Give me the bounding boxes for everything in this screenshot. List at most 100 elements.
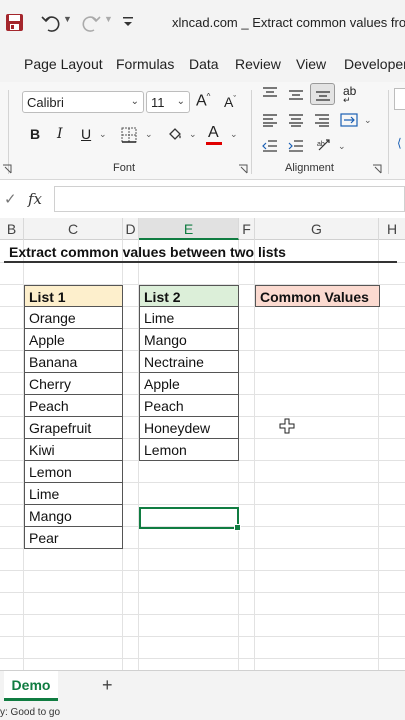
increase-font-size-button[interactable]: A^ [196,92,210,110]
tab-page-layout[interactable]: Page Layout [24,56,103,72]
font-color-glyph: A [208,124,219,141]
gridline [0,658,405,659]
add-sheet-button[interactable]: + [102,675,113,696]
list2-cell[interactable]: Peach [139,395,239,417]
font-group-label: Font [113,162,136,174]
save-icon[interactable] [5,13,24,32]
merge-center-icon[interactable] [340,112,358,128]
status-text: y: Good to go [0,707,61,718]
column-header-c[interactable]: C [24,218,123,240]
list1-header-cell[interactable]: List 1 [24,285,123,307]
column-header-b[interactable]: B [0,218,24,240]
gridline [0,636,405,637]
ribbon-divider [388,90,389,174]
insert-function-icon[interactable]: fx [28,190,42,208]
list1-cell[interactable]: Cherry [24,373,123,395]
underline-dropdown-icon[interactable]: ⌄ [99,129,107,140]
ribbon-divider [8,90,9,174]
column-header-d[interactable]: D [123,218,139,240]
font-name-value: Calibri [27,95,64,110]
number-format-select-partial[interactable] [394,88,405,110]
shrink-font-glyph: A [224,94,234,110]
decrease-indent-icon[interactable] [262,139,278,153]
decrease-font-size-button[interactable]: Aˇ [224,94,236,110]
sheet-title[interactable]: Extract common values between two lists [9,244,286,260]
ribbon-divider [251,90,252,174]
common-values-header-cell[interactable]: Common Values [255,285,380,307]
borders-dropdown-icon[interactable]: ⌄ [145,129,153,140]
list1-cell[interactable]: Grapefruit [24,417,123,439]
orientation-icon[interactable]: ab [316,137,334,153]
tab-developer[interactable]: Developer [344,56,405,72]
column-header-f[interactable]: F [239,218,255,240]
increase-indent-icon[interactable] [288,139,304,153]
underline-button[interactable]: U [81,126,91,142]
dialog-launcher-icon[interactable] [2,164,12,174]
list1-cell[interactable]: Kiwi [24,439,123,461]
window-title: xlncad.com _ Extract common values from … [172,15,405,30]
font-name-select[interactable]: Calibri ⌄ [22,91,144,113]
font-color-button[interactable]: A [208,124,219,142]
chevron-down-icon: ⌄ [130,96,139,107]
active-cell-selection[interactable] [139,507,241,531]
formula-input[interactable] [54,186,405,212]
sheet-tab-demo[interactable]: Demo [4,671,58,701]
merge-dropdown-icon[interactable]: ⌄ [364,115,372,126]
align-bottom-icon [316,91,330,101]
redo-icon[interactable] [80,12,102,34]
chevron-down-icon: ⌄ [176,96,185,107]
alignment-group-label: Alignment [285,162,334,174]
undo-icon[interactable] [40,12,62,34]
list1-cell[interactable]: Peach [24,395,123,417]
tab-view[interactable]: View [296,56,326,72]
list2-cell[interactable]: Honeydew [139,417,239,439]
column-header-e[interactable]: E [139,218,239,240]
enter-check-icon[interactable]: ✓ [4,190,17,208]
list2-cell[interactable]: Mango [139,329,239,351]
number-format-partial-icon[interactable]: ⟨ [397,136,402,150]
tab-data[interactable]: Data [189,56,219,72]
list2-cell[interactable]: Nectraine [139,351,239,373]
sheet-tabs-bar: Demo + [0,670,405,706]
list1-cell[interactable]: Mango [24,505,123,527]
orientation-dropdown-icon[interactable]: ⌄ [338,141,346,152]
wrap-text-button[interactable]: ab ↵ [343,84,356,112]
cell-cursor-icon [279,418,295,434]
bold-button[interactable]: B [30,126,40,142]
list1-cell[interactable]: Lemon [24,461,123,483]
font-color-dropdown-icon[interactable]: ⌄ [230,129,238,140]
align-top-icon[interactable] [262,86,278,100]
list1-cell[interactable]: Pear [24,527,123,549]
gridline [0,614,405,615]
fill-color-dropdown-icon[interactable]: ⌄ [189,129,197,140]
list1-cell[interactable]: Apple [24,329,123,351]
list1-cell[interactable]: Orange [24,307,123,329]
gridline [0,570,405,571]
italic-button[interactable]: I [57,126,63,142]
list2-cell[interactable]: Apple [139,373,239,395]
font-dialog-launcher-icon[interactable] [238,164,248,174]
svg-text:ab: ab [317,141,325,148]
align-middle-icon[interactable] [288,88,304,102]
undo-dropdown-icon[interactable]: ▼ [63,14,72,24]
list1-cell[interactable]: Banana [24,351,123,373]
align-right-icon[interactable] [314,113,330,127]
list2-cell[interactable]: Lemon [139,439,239,461]
borders-icon[interactable] [121,127,137,143]
font-size-select[interactable]: 11 ⌄ [146,91,190,113]
tab-review[interactable]: Review [235,56,281,72]
customize-toolbar-icon[interactable] [121,14,135,30]
fill-color-icon[interactable] [166,125,184,143]
list2-header-cell[interactable]: List 2 [139,285,239,307]
column-header-g[interactable]: G [255,218,379,240]
align-bottom-button[interactable] [310,83,335,105]
font-color-swatch [206,142,222,145]
redo-dropdown-icon[interactable]: ▼ [104,14,113,24]
align-left-icon[interactable] [262,113,278,127]
list1-cell[interactable]: Lime [24,483,123,505]
alignment-dialog-launcher-icon[interactable] [372,164,382,174]
list2-cell[interactable]: Lime [139,307,239,329]
tab-formulas[interactable]: Formulas [116,56,174,72]
align-center-icon[interactable] [288,113,304,127]
column-header-h[interactable]: H [379,218,405,240]
